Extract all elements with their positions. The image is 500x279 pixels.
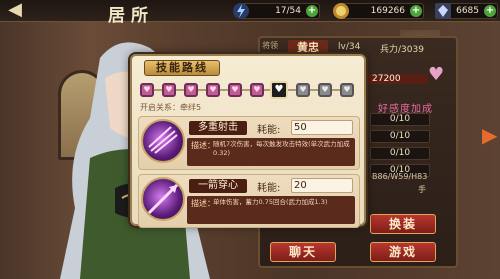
screen-title: 居所: [108, 6, 154, 26]
add-stamina-button[interactable]: +: [306, 5, 318, 17]
skill-name: 一箭穿心: [189, 179, 247, 193]
skill-node-locked[interactable]: ♥: [318, 83, 332, 97]
add-gem-button[interactable]: +: [484, 5, 496, 17]
skill-route-popup: 技能路线 ♥ ♥ ♥ ♥ ♥ ♥ ♥ ♥ ♥ ♥ 开启关系：牵绊5 多重射击 耗…: [130, 54, 366, 228]
skill-cost: 20: [291, 178, 353, 193]
skill-node[interactable]: ♥: [228, 83, 242, 97]
hero-name-label: 将领: [262, 41, 278, 50]
hero-level: lv/34: [338, 42, 361, 52]
top-bar: ◀ 居所 17/54 + 169266 + 6685 +: [0, 0, 500, 26]
skill-node[interactable]: ♥: [184, 83, 198, 97]
affection-stat: 0/10: [370, 113, 430, 126]
skill-cost: 50: [291, 120, 353, 135]
skill-card[interactable]: 一箭穿心 耗能: 20 描述： 单体伤害，蓄力0.75回合(武力加成1.3): [138, 174, 360, 228]
chat-button[interactable]: 聊天: [270, 242, 336, 262]
gem-icon: [434, 2, 452, 20]
affection-stat: 0/10: [370, 130, 430, 143]
skill-node-locked[interactable]: ♥: [296, 83, 310, 97]
hero-force: 兵力/3039: [380, 45, 424, 55]
multi-shot-icon: [141, 119, 185, 163]
body-measurements: B86/W59/H83: [372, 172, 428, 181]
skill-description-box: 描述： 随机7次伤害，每次触发攻击特效(单次武力加成0.32): [187, 138, 355, 166]
coin-icon: [332, 2, 350, 20]
skill-card[interactable]: 多重射击 耗能: 50 描述： 随机7次伤害，每次触发攻击特效(单次武力加成0.…: [138, 116, 360, 170]
skill-node[interactable]: ♥: [206, 83, 220, 97]
skill-node-track: ♥ ♥ ♥ ♥ ♥ ♥ ♥ ♥ ♥ ♥: [140, 81, 360, 99]
game-button[interactable]: 游戏: [370, 242, 436, 262]
popup-title: 技能路线: [144, 60, 220, 76]
lightning-icon: [232, 2, 250, 20]
affection-stat: 0/10: [370, 147, 430, 160]
skill-name: 多重射击: [189, 121, 247, 135]
back-button[interactable]: ◀: [2, 1, 28, 21]
description-label: 描述：: [191, 199, 215, 208]
skill-node[interactable]: ♥: [250, 83, 264, 97]
unlock-condition: 开启关系：牵绊5: [140, 103, 202, 112]
hand-hint: 手: [418, 185, 426, 194]
gem-counter: 6685 +: [435, 3, 498, 19]
heart-icon: ♥: [428, 64, 445, 85]
piercing-arrow-icon: [141, 177, 185, 221]
hero-hp: 27200: [368, 74, 428, 84]
skill-node-current[interactable]: ♥: [270, 81, 288, 99]
skill-description-box: 描述： 单体伤害，蓄力0.75回合(武力加成1.3): [187, 196, 355, 224]
add-coin-button[interactable]: +: [410, 5, 422, 17]
swap-outfit-button[interactable]: 换装: [370, 214, 436, 234]
skill-node-locked[interactable]: ♥: [340, 83, 354, 97]
skill-node[interactable]: ♥: [162, 83, 176, 97]
skill-node[interactable]: ♥: [140, 83, 154, 97]
skill-description: 单体伤害，蓄力0.75回合(武力加成1.3): [213, 198, 328, 206]
next-arrow-icon[interactable]: ▶: [482, 115, 497, 155]
stamina-counter: 17/54 +: [233, 3, 320, 19]
cost-label: 耗能:: [257, 183, 281, 194]
coin-counter: 169266 +: [333, 3, 424, 19]
cost-label: 耗能:: [257, 125, 281, 136]
description-label: 描述：: [191, 141, 215, 150]
skill-description: 随机7次伤害，每次触发攻击特效(单次武力加成0.32): [213, 140, 350, 157]
